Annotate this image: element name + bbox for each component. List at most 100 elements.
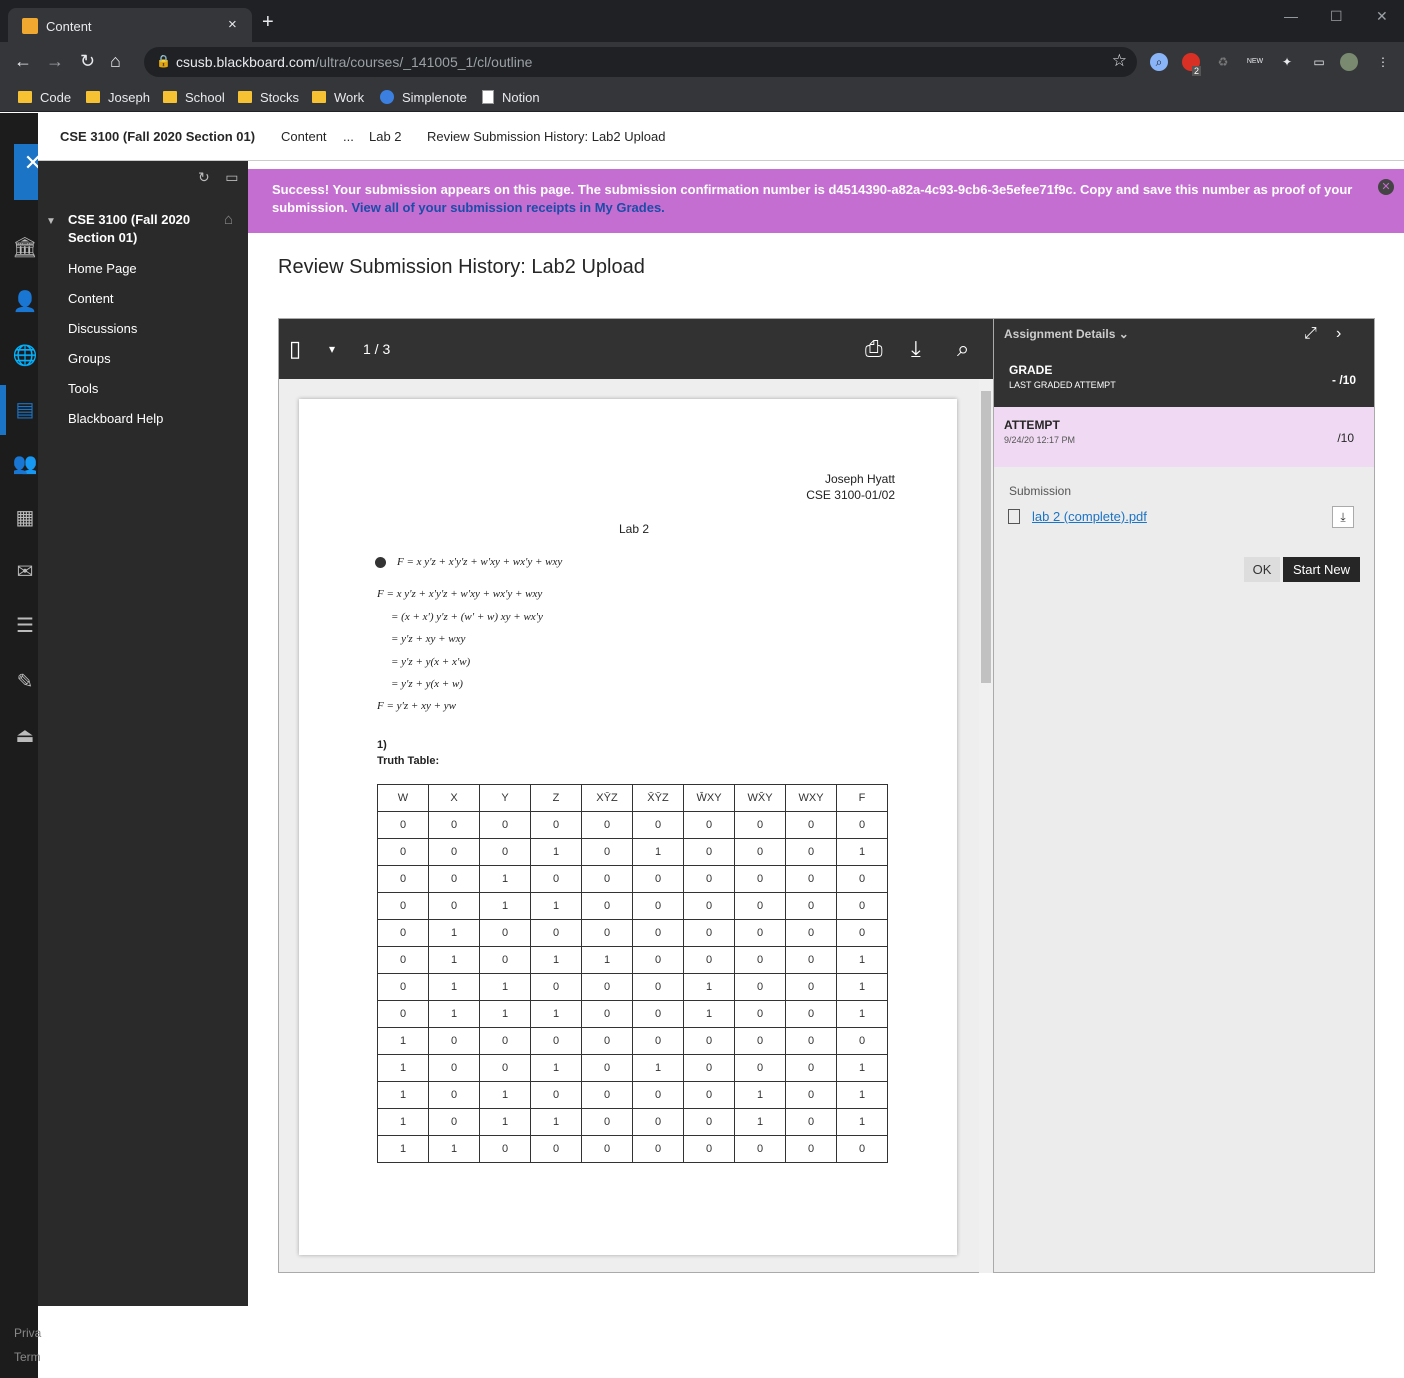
table-cell: 1 [581, 946, 633, 974]
bookmark-notion[interactable]: Notion [482, 86, 540, 108]
window-close-button[interactable]: ✕ [1376, 8, 1388, 25]
menu-kebab-icon[interactable]: ⋮ [1374, 53, 1392, 71]
folder-icon[interactable]: ▭ [225, 169, 238, 185]
browser-tab[interactable]: Content × [8, 8, 252, 42]
home-icon[interactable]: ⌂ [110, 51, 121, 71]
table-cell: 1 [428, 946, 480, 974]
question-heading: 1) Truth Table: [377, 739, 440, 767]
search-extension-icon[interactable]: ⌕ [1150, 53, 1168, 71]
file-icon [1008, 509, 1020, 524]
breadcrumb-ellipsis[interactable]: ... [343, 129, 354, 144]
ok-button[interactable]: OK [1244, 557, 1280, 582]
viewer-scrollbar[interactable] [979, 379, 993, 1273]
collapse-triangle-icon[interactable]: ▼ [46, 216, 56, 227]
bookmark-stocks[interactable]: Stocks [238, 86, 299, 108]
sidebar-item-tools[interactable]: Tools [68, 381, 98, 396]
attempt-date: 9/24/20 12:17 PM [1004, 435, 1076, 445]
tools-edit-icon[interactable]: ✎ [12, 669, 38, 695]
messages-icon[interactable]: ✉ [12, 559, 38, 585]
globe-icon[interactable]: 🌐 [12, 343, 38, 369]
organizations-icon[interactable]: 👥 [12, 451, 38, 477]
my-grades-link[interactable]: View all of your submission receipts in … [351, 200, 664, 215]
bookmark-star-icon[interactable]: ☆ [1112, 51, 1127, 71]
table-row: 0011000000 [377, 892, 888, 920]
table-cell: 1 [479, 1081, 531, 1109]
table-cell: 0 [428, 1081, 480, 1109]
bookmark-joseph[interactable]: Joseph [86, 86, 150, 108]
bookmark-work[interactable]: Work [312, 86, 364, 108]
start-new-button[interactable]: Start New [1283, 557, 1360, 582]
table-cell: 0 [377, 919, 429, 947]
address-bar[interactable]: 🔒 csusb.blackboard.com/ultra/courses/_14… [144, 47, 1137, 77]
new-tab-button[interactable]: + [262, 12, 274, 32]
refresh-icon[interactable]: ↻ [198, 169, 210, 185]
table-cell: 0 [785, 811, 837, 839]
author-block: Joseph Hyatt CSE 3100-01/02 [806, 471, 895, 503]
table-row: 1010000101 [377, 1081, 888, 1109]
table-cell: 0 [530, 865, 582, 893]
sign-out-icon[interactable]: ⏏ [12, 723, 38, 749]
table-cell: 1 [632, 1054, 684, 1082]
calendar-icon[interactable]: ▦ [12, 505, 38, 531]
sidebar-item-groups[interactable]: Groups [68, 351, 111, 366]
search-icon[interactable]: ⌕ [957, 337, 969, 361]
bookmark-code[interactable]: Code [18, 86, 71, 108]
chevron-down-icon[interactable]: ▾ [329, 337, 335, 361]
download-icon[interactable]: ⤓ [1332, 506, 1354, 528]
table-cell: 0 [632, 919, 684, 947]
cast-icon[interactable]: ▭ [1310, 53, 1328, 71]
print-icon[interactable]: ⎙ [865, 337, 883, 361]
table-cell: 1 [530, 892, 582, 920]
assignment-details-toggle[interactable]: Assignment Details ⌄ [1004, 327, 1129, 341]
truth-table: W X Y Z XȲZ X̄ȲZ W̄XY WX̄Y WXY F 0000000000000101… [377, 784, 888, 1163]
table-cell: 0 [683, 946, 735, 974]
download-icon[interactable]: ⤓ [911, 337, 921, 361]
table-cell: 0 [734, 1135, 786, 1163]
table-cell: 0 [377, 973, 429, 1001]
bookmark-school[interactable]: School [163, 86, 225, 108]
home-icon[interactable]: ⌂ [224, 211, 233, 228]
table-cell: 0 [836, 1027, 888, 1055]
table-cell: 1 [683, 973, 735, 1001]
reload-icon[interactable]: ↻ [80, 51, 95, 71]
attempt-box[interactable]: ATTEMPT 9/24/20 12:17 PM /10 [994, 407, 1374, 467]
maximize-button[interactable]: ☐ [1330, 8, 1343, 25]
notion-icon [482, 90, 494, 104]
bookmarks-bar: Code Joseph School Stocks Work Simplenot… [0, 82, 1404, 112]
chevron-right-icon[interactable]: › [1336, 325, 1341, 343]
breadcrumb-course[interactable]: CSE 3100 (Fall 2020 Section 01) [60, 129, 255, 144]
institution-icon[interactable]: 🏛 [12, 235, 38, 261]
scrollbar-thumb[interactable] [981, 391, 991, 683]
tab-close-icon[interactable]: × [228, 16, 237, 33]
sidebar-toggle-icon[interactable]: ▯ [289, 337, 301, 361]
table-cell: 1 [530, 1108, 582, 1136]
new-extension-icon[interactable]: NEW [1246, 53, 1264, 71]
bookmark-simplenote[interactable]: Simplenote [380, 86, 467, 108]
success-banner: Success! Your submission appears on this… [248, 169, 1404, 233]
sidebar-item-blackboard-help[interactable]: Blackboard Help [68, 411, 163, 426]
back-arrow-icon[interactable]: ← [14, 51, 32, 71]
table-cell: 0 [683, 1027, 735, 1055]
profile-icon[interactable]: 👤 [12, 289, 38, 315]
table-cell: 0 [581, 865, 633, 893]
forward-arrow-icon[interactable]: → [46, 51, 64, 71]
sidebar-item-content[interactable]: Content [68, 291, 114, 306]
submission-file-link[interactable]: lab 2 (complete).pdf [1032, 509, 1147, 524]
puzzle-extensions-icon[interactable]: ✦ [1278, 53, 1296, 71]
grades-icon[interactable]: ☰ [12, 613, 38, 639]
table-header: XȲZ [581, 784, 633, 812]
folder-icon [163, 91, 177, 103]
expand-icon[interactable]: ⤢ [1304, 325, 1317, 343]
breadcrumb-content[interactable]: Content [281, 129, 327, 144]
sidebar-course-title[interactable]: CSE 3100 (Fall 2020 Section 01) [68, 211, 198, 247]
recycle-extension-icon[interactable]: ♻ [1214, 53, 1232, 71]
minimize-button[interactable]: — [1284, 8, 1298, 24]
sidebar-item-home-page[interactable]: Home Page [68, 261, 137, 276]
sidebar-item-discussions[interactable]: Discussions [68, 321, 137, 336]
terms-link[interactable]: Term [14, 1350, 41, 1364]
courses-icon[interactable]: ▤ [12, 397, 38, 423]
breadcrumb-lab2[interactable]: Lab 2 [369, 129, 402, 144]
close-icon[interactable]: ✕ [1378, 179, 1394, 195]
profile-avatar[interactable] [1340, 53, 1358, 71]
privacy-link[interactable]: Priva [14, 1326, 41, 1340]
